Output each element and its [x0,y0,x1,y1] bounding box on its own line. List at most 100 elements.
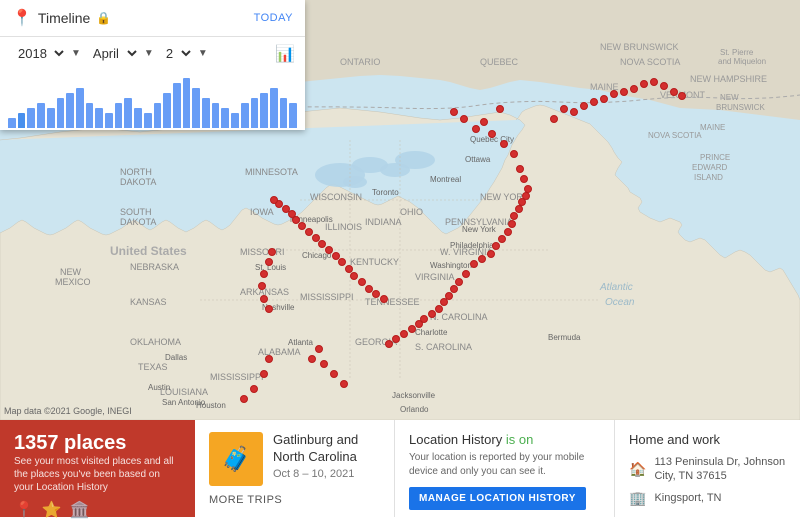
location-dot-43 [325,246,333,254]
svg-text:Atlanta: Atlanta [288,338,313,347]
map-attribution: Map data ©2021 Google, INEGI [4,406,132,416]
location-dot-68 [590,98,598,106]
svg-text:NEW: NEW [720,93,739,102]
svg-text:ISLAND: ISLAND [694,173,723,182]
location-dot-27 [435,305,443,313]
svg-text:MINNESOTA: MINNESOTA [245,167,298,177]
bar-15[interactable] [154,103,162,128]
svg-text:NEW HAMPSHIRE: NEW HAMPSHIRE [690,74,767,84]
bar-7[interactable] [76,88,84,128]
month-select[interactable]: April [85,43,140,64]
card-trips[interactable]: 🧳 Gatlinburg and North Carolina Oct 8 – … [195,420,395,517]
bar-5[interactable] [57,98,65,128]
location-dot-20 [478,255,486,263]
today-button[interactable]: TODAY [254,12,293,24]
location-dot-19 [487,250,495,258]
svg-text:Washington: Washington [430,261,472,270]
location-dot-17 [498,235,506,243]
bar-29[interactable] [289,103,297,128]
trip-image: 🧳 [209,432,263,486]
svg-text:MISSOURI: MISSOURI [240,247,285,257]
suitcase-emoji: 🧳 [221,445,251,474]
bar-27[interactable] [270,88,278,128]
bar-14[interactable] [144,113,152,128]
bar-9[interactable] [95,108,103,128]
lock-icon: 🔒 [96,11,111,25]
location-dot-44 [318,240,326,248]
location-dot-69 [600,95,608,103]
day-select[interactable]: 2 [158,43,194,64]
card-places[interactable]: 1357 places See your most visited places… [0,420,195,517]
bar-19[interactable] [192,88,200,128]
more-trips-button[interactable]: MORE TRIPS [209,494,282,506]
bar-25[interactable] [251,98,259,128]
bar-24[interactable] [241,103,249,128]
chart-icon[interactable]: 📊 [275,44,295,64]
location-dot-1 [460,115,468,123]
svg-text:NOVA SCOTIA: NOVA SCOTIA [648,131,702,140]
svg-text:and Miquelon: and Miquelon [718,57,766,66]
work-icon: 🏢 [629,490,646,507]
bar-26[interactable] [260,93,268,128]
bar-11[interactable] [115,103,123,128]
location-dot-74 [650,78,658,86]
location-dot-72 [630,85,638,93]
bar-13[interactable] [134,108,142,128]
timeline-panel: 📍 Timeline 🔒 TODAY 2018 ▼ April ▼ 2 ▼ 📊 [0,0,305,130]
bar-3[interactable] [37,103,45,128]
svg-text:S. CAROLINA: S. CAROLINA [415,342,472,352]
bar-21[interactable] [212,103,220,128]
bar-16[interactable] [163,93,171,128]
date-controls: 2018 ▼ April ▼ 2 ▼ 📊 [0,37,305,70]
month-arrow: ▼ [144,48,154,59]
svg-text:NEW BRUNSWICK: NEW BRUNSWICK [600,42,679,52]
location-dot-3 [480,118,488,126]
location-dot-47 [298,222,306,230]
bar-12[interactable] [124,98,132,128]
svg-text:OHIO: OHIO [400,207,423,217]
location-dot-31 [408,325,416,333]
bar-chart [0,70,305,130]
bar-23[interactable] [231,113,239,128]
year-select[interactable]: 2018 [10,43,67,64]
trip-dates: Oct 8 – 10, 2021 [273,468,380,480]
bar-10[interactable] [105,113,113,128]
bar-18[interactable] [183,78,191,128]
bar-2[interactable] [27,108,35,128]
bar-1[interactable] [18,113,26,128]
bar-28[interactable] [280,98,288,128]
timeline-header: 📍 Timeline 🔒 TODAY [0,0,305,37]
svg-text:INDIANA: INDIANA [365,217,402,227]
svg-text:WISCONSIN: WISCONSIN [310,192,362,202]
bar-22[interactable] [221,108,229,128]
location-dot-32 [400,330,408,338]
svg-text:QUEBEC: QUEBEC [480,57,519,67]
location-dot-28 [428,310,436,318]
location-dot-5 [496,105,504,113]
location-dot-41 [338,258,346,266]
svg-text:DAKOTA: DAKOTA [120,217,156,227]
location-pin-icon: 📍 [12,8,32,28]
bar-4[interactable] [47,108,55,128]
svg-text:OKLAHOMA: OKLAHOMA [130,337,181,347]
location-dot-36 [372,290,380,298]
location-dot-33 [392,335,400,343]
bar-0[interactable] [8,118,16,128]
location-dot-45 [312,234,320,242]
bar-17[interactable] [173,83,181,128]
location-dot-7 [510,150,518,158]
location-dot-8 [516,165,524,173]
lh-status: is on [506,432,533,447]
svg-text:Austin: Austin [148,383,170,392]
bar-6[interactable] [66,93,74,128]
places-icons: 📍 ⭐ 🏛️ [14,500,181,520]
bar-8[interactable] [86,103,94,128]
location-dot-61 [340,380,348,388]
manage-location-history-button[interactable]: MANAGE LOCATION HISTORY [409,487,586,510]
location-dot-6 [500,140,508,148]
bar-20[interactable] [202,98,210,128]
bottom-cards: 1357 places See your most visited places… [0,420,800,517]
svg-text:New York: New York [462,225,497,234]
svg-text:Jacksonville: Jacksonville [392,391,436,400]
year-arrow: ▼ [71,48,81,59]
